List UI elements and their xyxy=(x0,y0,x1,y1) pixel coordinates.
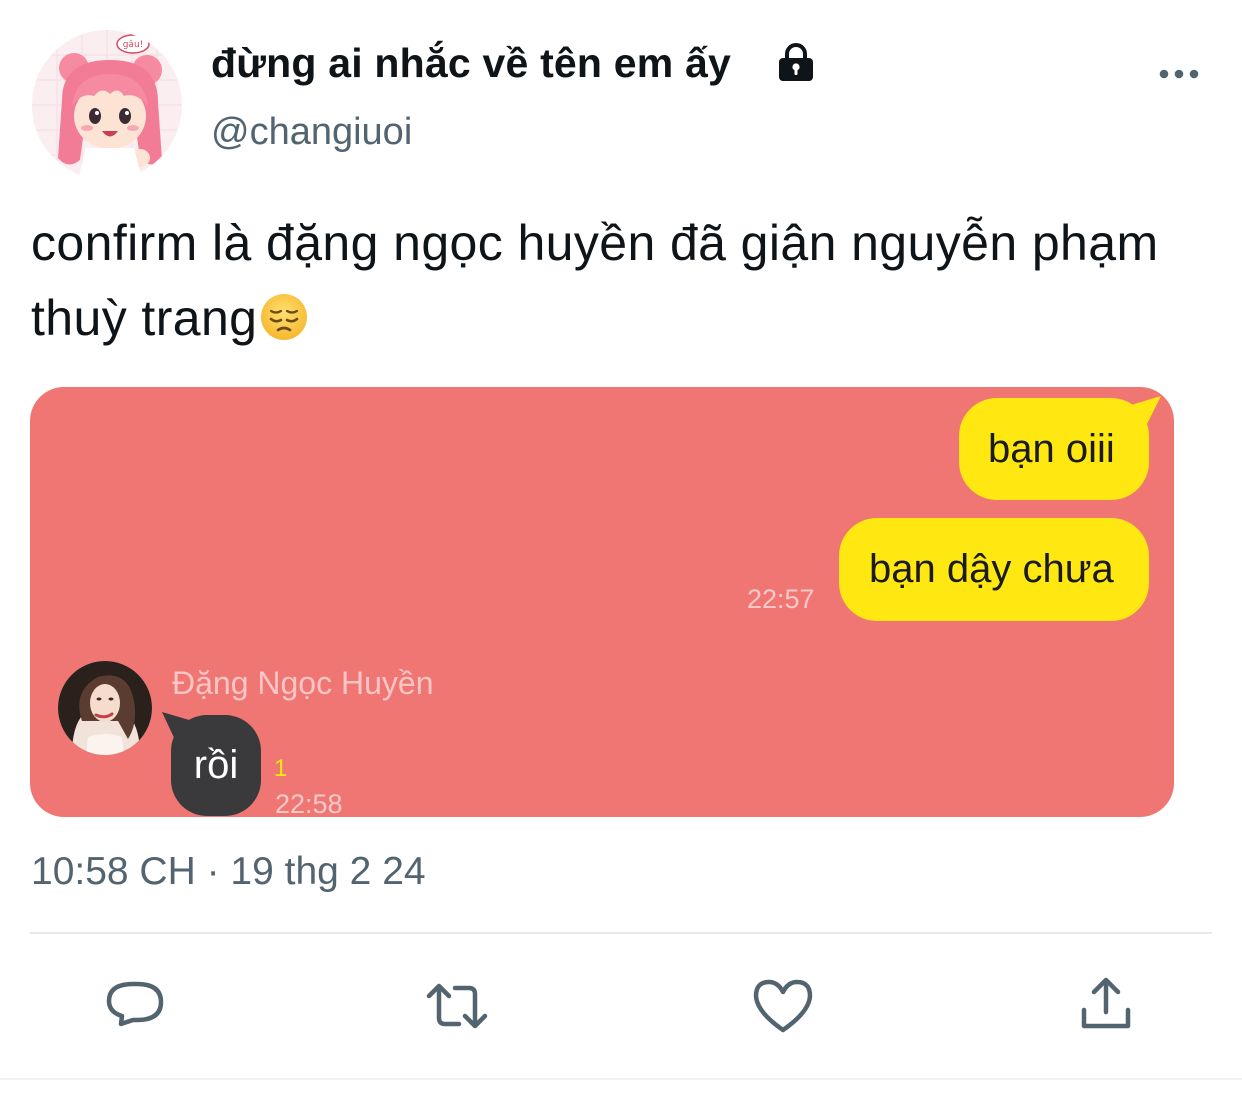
friend-avatar-photo xyxy=(58,661,152,755)
heart-icon xyxy=(753,979,813,1033)
retweet-icon xyxy=(426,983,488,1029)
friend-name: Đặng Ngọc Huyền xyxy=(172,665,434,701)
sent-message-bubble: bạn oiii xyxy=(959,398,1149,500)
share-icon xyxy=(1081,977,1131,1029)
share-button[interactable] xyxy=(1074,972,1138,1036)
sent-message-time: 22:57 xyxy=(747,584,815,614)
avatar-illustration: gâu! xyxy=(32,30,182,180)
unread-count: 1 xyxy=(274,755,288,782)
received-message-time: 22:58 xyxy=(275,789,343,817)
friend-avatar xyxy=(58,661,152,755)
tweet-text-content: confirm là đặng ngọc huyền đã giận nguyễ… xyxy=(31,215,1159,346)
pensive-face-icon xyxy=(261,294,308,340)
profile-avatar[interactable]: gâu! xyxy=(32,30,182,180)
like-button[interactable] xyxy=(751,974,815,1038)
divider xyxy=(30,932,1212,934)
reply-icon xyxy=(106,981,164,1027)
avatar-sticker-text: gâu! xyxy=(123,40,144,50)
tweet-media-chat-screenshot[interactable]: bạn oiii bạn dậy chưa 22:57 Đặng Ngọc Hu… xyxy=(30,387,1174,817)
sent-message-bubble: bạn dậy chưa xyxy=(839,518,1149,621)
retweet-button[interactable] xyxy=(425,974,489,1038)
divider xyxy=(0,1078,1242,1080)
more-icon[interactable] xyxy=(1156,60,1202,88)
lock-icon xyxy=(779,43,813,81)
user-handle[interactable]: @changiuoi xyxy=(211,111,412,154)
received-message-bubble: rồi xyxy=(171,715,261,816)
reply-button[interactable] xyxy=(103,974,167,1038)
display-name[interactable]: đừng ai nhắc về tên em ấy xyxy=(211,40,731,87)
tweet-timestamp[interactable]: 10:58 CH · 19 thg 2 24 xyxy=(31,850,426,894)
tweet-text: confirm là đặng ngọc huyền đã giận nguyễ… xyxy=(31,206,1191,356)
